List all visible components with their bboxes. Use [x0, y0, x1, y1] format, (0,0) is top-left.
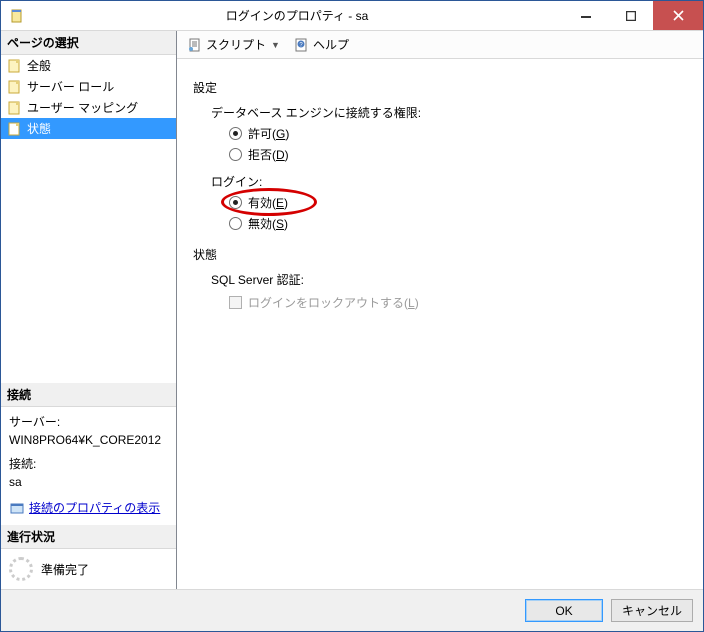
- help-button[interactable]: ? ヘルプ: [290, 34, 353, 55]
- progress-header: 進行状況: [1, 525, 176, 549]
- dialog-footer: OK キャンセル: [1, 589, 703, 631]
- page-list: 全般 サーバー ロール ユーザー マッピング: [1, 55, 176, 139]
- page-icon: [7, 79, 23, 95]
- sql-auth-label: SQL Server 認証:: [211, 271, 687, 288]
- lockout-label: ログインをロックアウトする(L): [248, 294, 419, 311]
- settings-group-label: 設定: [193, 79, 687, 96]
- radio-grant[interactable]: 許可(G): [229, 125, 687, 142]
- sidebar-item-label: 全般: [27, 57, 51, 74]
- window-controls: [563, 1, 703, 30]
- radio-icon: [229, 217, 242, 230]
- main-pane: スクリプト ▼ ? ヘルプ 設定 データベース エンジンに接続する権限: 許可(: [177, 31, 703, 589]
- content-area: 設定 データベース エンジンに接続する権限: 許可(G) 拒否(D) ログイン:: [177, 59, 703, 589]
- ok-button[interactable]: OK: [525, 599, 603, 622]
- login-properties-window: ログインのプロパティ - sa ページの選択 全般: [0, 0, 704, 632]
- progress-status: 準備完了: [41, 561, 89, 578]
- help-icon: ?: [294, 37, 310, 53]
- db-engine-permission-label: データベース エンジンに接続する権限:: [211, 104, 687, 121]
- sidebar-item-general[interactable]: 全般: [1, 55, 176, 76]
- sidebar-item-label: 状態: [27, 120, 51, 137]
- sidebar-item-user-mapping[interactable]: ユーザー マッピング: [1, 97, 176, 118]
- app-icon: [9, 8, 25, 24]
- sidebar-item-label: ユーザー マッピング: [27, 99, 138, 116]
- page-icon: [7, 58, 23, 74]
- radio-deny-label: 拒否(D): [248, 146, 289, 163]
- radio-deny[interactable]: 拒否(D): [229, 146, 687, 163]
- radio-enable[interactable]: 有効(E): [229, 194, 687, 211]
- lockout-checkbox: ログインをロックアウトする(L): [229, 294, 687, 311]
- properties-icon: [9, 500, 25, 516]
- status-group-label: 状態: [193, 246, 687, 263]
- window-title: ログインのプロパティ - sa: [31, 7, 563, 24]
- sidebar: ページの選択 全般 サーバー ロール: [1, 31, 177, 589]
- radio-disable[interactable]: 無効(S): [229, 215, 687, 232]
- toolbar: スクリプト ▼ ? ヘルプ: [177, 31, 703, 59]
- script-button[interactable]: スクリプト ▼: [183, 34, 286, 55]
- connection-value: sa: [9, 473, 168, 491]
- radio-enable-label: 有効(E): [248, 194, 288, 211]
- minimize-button[interactable]: [563, 1, 608, 30]
- page-icon: [7, 100, 23, 116]
- chevron-down-icon[interactable]: ▼: [269, 40, 282, 50]
- radio-disable-label: 無効(S): [248, 215, 288, 232]
- view-connection-properties-link[interactable]: 接続のプロパティの表示: [9, 499, 168, 517]
- maximize-button[interactable]: [608, 1, 653, 30]
- page-icon: [7, 121, 23, 137]
- connection-header: 接続: [1, 383, 176, 407]
- radio-icon: [229, 196, 242, 209]
- ok-label: OK: [555, 604, 572, 618]
- radio-icon: [229, 127, 242, 140]
- checkbox-icon: [229, 296, 242, 309]
- radio-icon: [229, 148, 242, 161]
- sidebar-item-status[interactable]: 状態: [1, 118, 176, 139]
- radio-grant-label: 許可(G): [248, 125, 289, 142]
- server-label: サーバー:: [9, 413, 168, 431]
- cancel-button[interactable]: キャンセル: [611, 599, 693, 622]
- progress-spinner-icon: [9, 557, 33, 581]
- sidebar-item-label: サーバー ロール: [27, 78, 114, 95]
- help-label: ヘルプ: [313, 36, 349, 53]
- connection-label: 接続:: [9, 455, 168, 473]
- server-value: WIN8PRO64¥K_CORE2012: [9, 431, 168, 449]
- script-icon: [187, 37, 203, 53]
- sidebar-item-server-roles[interactable]: サーバー ロール: [1, 76, 176, 97]
- cancel-label: キャンセル: [622, 602, 682, 619]
- page-select-header: ページの選択: [1, 31, 176, 55]
- connection-info: サーバー: WIN8PRO64¥K_CORE2012 接続: sa 接続のプロパ…: [1, 407, 176, 525]
- close-button[interactable]: [653, 1, 703, 30]
- titlebar: ログインのプロパティ - sa: [1, 1, 703, 31]
- login-label: ログイン:: [211, 173, 687, 190]
- script-label: スクリプト: [206, 36, 266, 53]
- view-connection-properties-label: 接続のプロパティの表示: [29, 499, 160, 517]
